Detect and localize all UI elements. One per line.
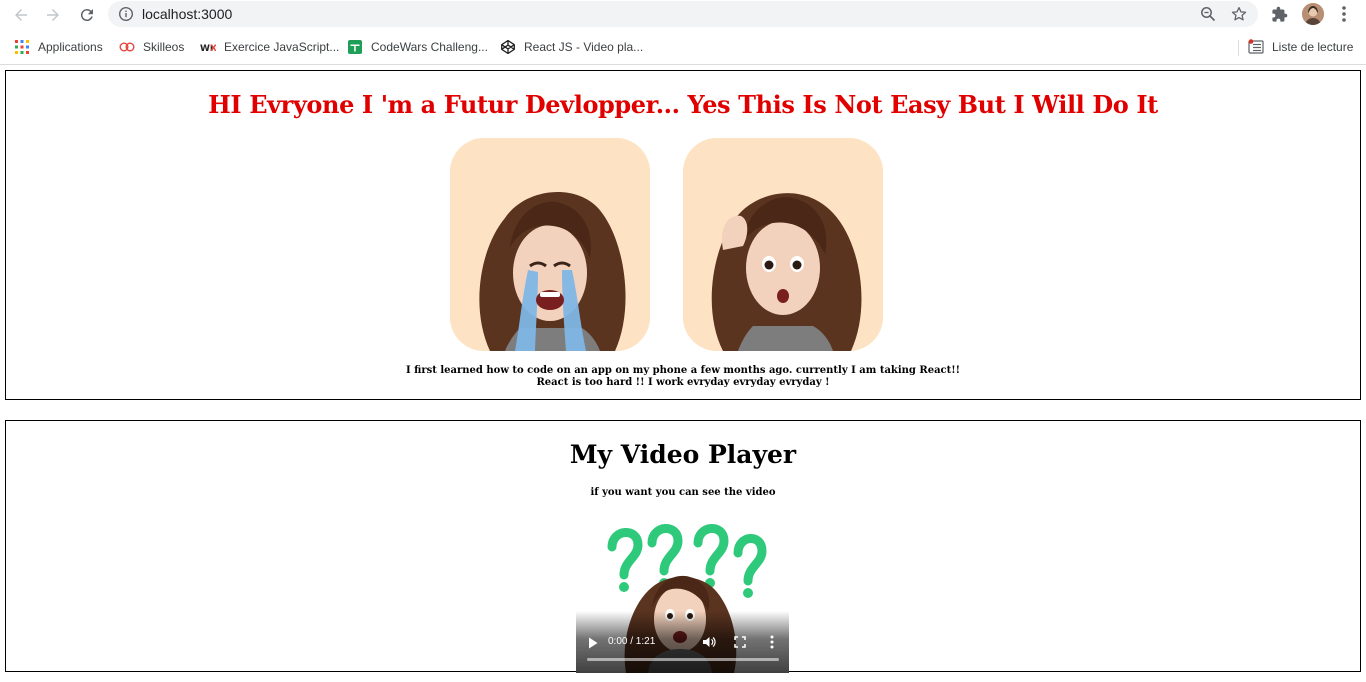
browser-toolbar: localhost:3000 [0,0,1366,29]
more-options-icon[interactable] [770,635,774,649]
bookmarks-bar: Applications Skilleos WI X Exercice Java… [0,33,1366,61]
intro-text-line-2: React is too hard !! I work evryday evry… [536,377,830,388]
bookmark-label: Skilleos [143,40,185,54]
video-section: My Video Player if you want you can see … [5,420,1361,673]
info-icon[interactable] [118,6,134,22]
skilleos-icon [119,42,135,52]
bookmark-codewars[interactable]: CodeWars Challeng... [347,38,488,56]
star-icon[interactable] [1230,5,1248,23]
bookmark-applications[interactable]: Applications [14,38,103,56]
memoji-crying-image [450,138,650,351]
video-section-title: My Video Player [569,440,797,469]
bookmark-label: React JS - Video pla... [524,40,644,54]
back-button[interactable] [10,4,32,26]
intro-text: I first learned how to code on an app on… [6,365,1360,389]
reload-button[interactable] [76,4,98,26]
reading-list-label: Liste de lecture [1272,40,1354,54]
avatar-icon [1302,3,1324,25]
fullscreen-icon[interactable] [734,636,746,648]
video-controls: 0:00 / 1:21 [576,611,789,673]
svg-text:X: X [210,44,216,54]
reading-list-button[interactable]: Liste de lecture [1248,38,1353,56]
forward-button[interactable] [42,4,64,26]
extensions-icon[interactable] [1271,6,1288,23]
intro-section: HI Evryone I 'm a Futur Devlopper... Yes… [5,70,1361,400]
page-viewport: HI Evryone I 'm a Futur Devlopper... Yes… [0,65,1366,682]
address-bar[interactable]: localhost:3000 [108,1,1258,27]
video-time: 0:00 / 1:21 [608,636,656,647]
sheets-icon [348,40,362,54]
bookmark-skilleos[interactable]: Skilleos [119,38,184,56]
zoom-icon[interactable] [1200,6,1216,22]
crying-face-icon [450,138,650,351]
bookmark-label: Applications [38,40,103,54]
memoji-thinking-image [683,138,883,351]
arrow-right-icon [47,9,59,21]
reload-icon [80,9,93,22]
bookmarks-divider [1238,40,1239,56]
video-section-subtitle: if you want you can see the video [590,487,776,498]
bookmark-label: Exercice JavaScript... [224,40,340,54]
arrow-left-icon [15,9,27,21]
volume-icon[interactable] [702,635,716,649]
thinking-face-icon [683,138,883,351]
wix-icon: WI X [200,44,216,54]
address-url[interactable]: localhost:3000 [142,6,232,22]
apps-grid-icon [15,40,29,54]
bookmark-exercice-javascript[interactable]: WI X Exercice JavaScript... [200,38,339,56]
codepen-icon [501,39,515,55]
intro-text-line-1: I first learned how to code on an app on… [405,365,961,376]
page-title: HI Evryone I 'm a Futur Devlopper... Yes… [208,90,1158,119]
play-icon[interactable] [588,637,598,649]
video-player[interactable]: 0:00 / 1:21 [576,517,789,673]
bookmark-react-video[interactable]: React JS - Video pla... [500,38,643,56]
bookmark-label: CodeWars Challeng... [371,40,488,54]
more-menu-icon[interactable] [1337,5,1351,23]
reading-list-icon [1248,39,1264,54]
profile-avatar[interactable] [1302,3,1324,25]
video-progress-bar[interactable] [587,658,779,661]
